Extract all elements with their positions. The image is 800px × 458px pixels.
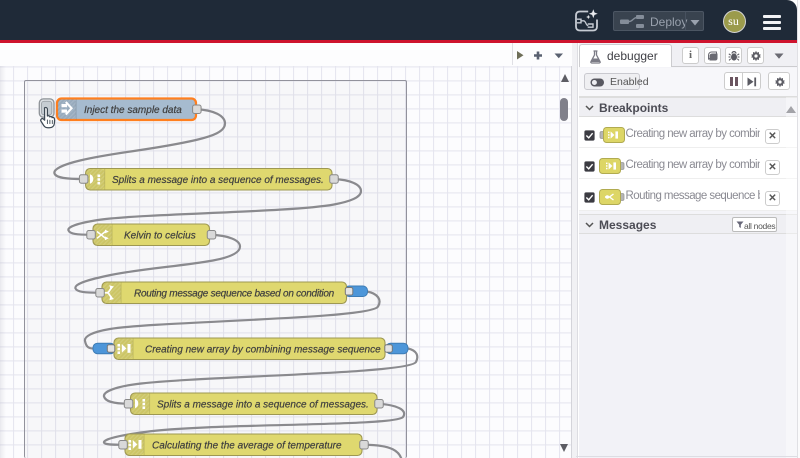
svg-text:Splits a message into a sequen: Splits a message into a sequence of mess… bbox=[112, 175, 324, 186]
svg-text:Routing message sequence based: Routing message sequence based on condit… bbox=[134, 288, 335, 299]
svg-text:Calculating the the average of: Calculating the the average of temperatu… bbox=[152, 440, 342, 451]
svg-text:Splits a message into a sequen: Splits a message into a sequence of mess… bbox=[157, 399, 369, 410]
svg-text:Creating new array by combinin: Creating new array by combining message … bbox=[145, 344, 381, 355]
svg-text:Kelvin to celcius: Kelvin to celcius bbox=[124, 230, 196, 241]
svg-text:Inject the sample data: Inject the sample data bbox=[84, 105, 182, 116]
